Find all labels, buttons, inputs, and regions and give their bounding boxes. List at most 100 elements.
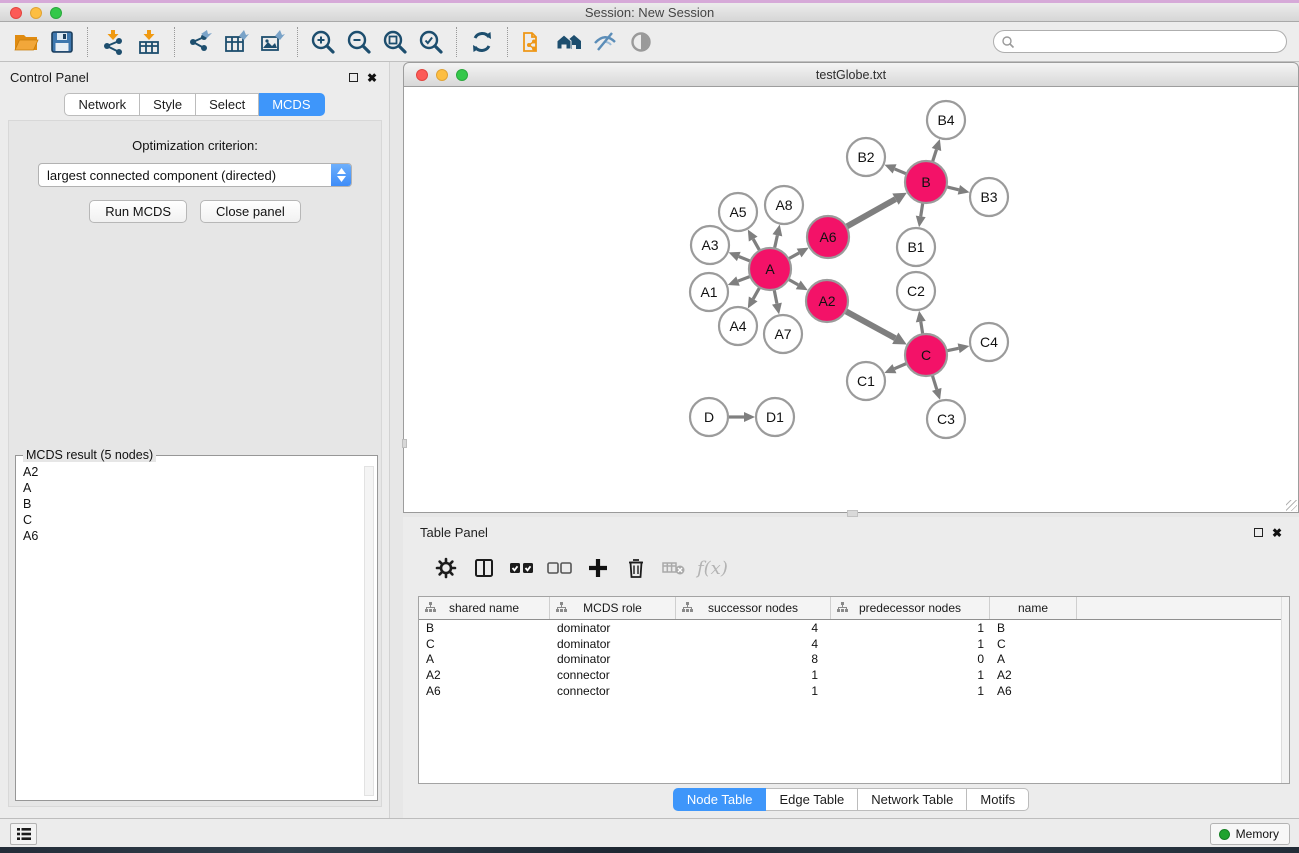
delete-table-icon[interactable] — [655, 552, 693, 584]
zoom-fit-icon[interactable] — [377, 25, 413, 59]
network-minimize-button[interactable] — [436, 69, 448, 81]
result-item[interactable]: A6 — [23, 528, 369, 544]
cell-mcds_role: dominator — [550, 621, 676, 635]
column-header-successor-nodes[interactable]: successor nodes — [676, 597, 831, 619]
run-mcds-button[interactable]: Run MCDS — [89, 200, 187, 223]
optimization-criterion-select[interactable]: largest connected component (directed) — [38, 163, 352, 187]
graph-edge-B-B4[interactable] — [932, 150, 936, 163]
export-table-icon[interactable] — [218, 25, 254, 59]
settings-gear-icon[interactable] — [427, 552, 465, 584]
tab-motifs[interactable]: Motifs — [967, 788, 1029, 811]
search-field[interactable] — [993, 30, 1287, 53]
graph-edge-B-B3[interactable] — [946, 187, 958, 190]
network-canvas[interactable]: B4B2BB3A5A8A6A3B1AA1C2A2A4A7C4CC1DD1C3 — [403, 87, 1299, 513]
graph-edge-A-A8[interactable] — [774, 235, 777, 248]
import-table-icon[interactable] — [131, 25, 167, 59]
tab-mcds[interactable]: MCDS — [259, 93, 324, 116]
zoom-window-button[interactable] — [50, 7, 62, 19]
column-header-predecessor-nodes[interactable]: predecessor nodes — [831, 597, 990, 619]
delete-column-icon[interactable] — [617, 552, 655, 584]
task-history-button[interactable] — [10, 823, 37, 845]
graph-edge-C-C3[interactable] — [932, 375, 936, 389]
table-scrollbar[interactable] — [1281, 597, 1289, 783]
tab-network[interactable]: Network — [64, 93, 140, 116]
network-close-button[interactable] — [416, 69, 428, 81]
import-network-icon[interactable] — [95, 25, 131, 59]
column-header-shared-name[interactable]: shared name — [419, 597, 550, 619]
graph-edge-A-A7[interactable] — [774, 290, 777, 304]
result-item[interactable]: A — [23, 480, 369, 496]
canvas-left-handle[interactable] — [402, 439, 407, 448]
memory-button[interactable]: Memory — [1210, 823, 1290, 845]
graph-edge-A-A2[interactable] — [788, 279, 798, 285]
graph-node-label: C — [921, 347, 931, 363]
tab-select[interactable]: Select — [196, 93, 259, 116]
graph-edge-A2-C[interactable] — [845, 311, 895, 338]
close-table-panel-icon[interactable]: ✖ — [1272, 528, 1282, 538]
table-panel: Table Panel ✖ f(x) shared nameMCDS rol — [403, 517, 1299, 818]
window-resize-handle[interactable] — [1286, 500, 1297, 511]
divider-grip[interactable] — [847, 510, 858, 517]
graph-edge-arrowhead — [958, 343, 970, 353]
tab-edge-table[interactable]: Edge Table — [766, 788, 858, 811]
graph-edge-A-A3[interactable] — [739, 257, 751, 262]
column-header-name[interactable]: name — [990, 597, 1077, 619]
tab-node-table[interactable]: Node Table — [673, 788, 767, 811]
deselect-all-checkboxes-icon[interactable] — [541, 552, 579, 584]
graph-edge-A-A5[interactable] — [753, 239, 760, 251]
graph-edge-A-A6[interactable] — [788, 253, 799, 259]
save-session-icon[interactable] — [44, 25, 80, 59]
export-network-icon[interactable] — [182, 25, 218, 59]
search-input[interactable] — [1015, 33, 1286, 51]
table-row[interactable]: Bdominator41B — [419, 620, 1289, 636]
result-item[interactable]: A2 — [23, 464, 369, 480]
refresh-icon[interactable] — [464, 25, 500, 59]
table-row[interactable]: A6connector11A6 — [419, 683, 1289, 699]
column-header-MCDS-role[interactable]: MCDS role — [550, 597, 676, 619]
result-item[interactable]: C — [23, 512, 369, 528]
network-window-titlebar[interactable]: testGlobe.txt — [403, 62, 1299, 87]
network-zoom-button[interactable] — [456, 69, 468, 81]
cell-shared_name: C — [419, 637, 550, 651]
graph-edge-A-A4[interactable] — [753, 287, 760, 299]
graph-edge-C-C1[interactable] — [894, 363, 906, 368]
graph-edge-A6-B[interactable] — [846, 199, 895, 227]
select-all-checkboxes-icon[interactable] — [503, 552, 541, 584]
mcds-tab-content: Optimization criterion: largest connecte… — [8, 120, 382, 807]
function-builder-icon[interactable]: f(x) — [697, 558, 728, 579]
tab-network-table[interactable]: Network Table — [858, 788, 967, 811]
toolbar-separator — [456, 27, 457, 57]
tab-style[interactable]: Style — [140, 93, 196, 116]
graph-edge-A-A1[interactable] — [738, 276, 750, 281]
close-panel-icon[interactable]: ✖ — [367, 73, 377, 83]
window-controls — [10, 7, 62, 19]
zoom-in-icon[interactable] — [305, 25, 341, 59]
close-window-button[interactable] — [10, 7, 22, 19]
open-session-icon[interactable] — [515, 25, 551, 59]
graph-edge-B-B1[interactable] — [921, 203, 923, 217]
graph-edge-B-B2[interactable] — [895, 169, 907, 174]
home-layout-icon[interactable] — [551, 25, 587, 59]
result-scrollbar[interactable] — [364, 466, 374, 796]
float-panel-icon[interactable] — [349, 73, 358, 82]
show-column-icon[interactable] — [465, 552, 503, 584]
graph-edge-C-C2[interactable] — [921, 322, 923, 335]
minimize-window-button[interactable] — [30, 7, 42, 19]
graph-edge-C-C4[interactable] — [947, 348, 959, 350]
result-item[interactable]: B — [23, 496, 369, 512]
table-row[interactable]: Cdominator41C — [419, 636, 1289, 652]
export-image-icon[interactable] — [254, 25, 290, 59]
table-row[interactable]: Adominator80A — [419, 652, 1289, 668]
add-column-icon[interactable] — [579, 552, 617, 584]
cell-successor: 8 — [676, 652, 831, 666]
zoom-selected-icon[interactable] — [413, 25, 449, 59]
zoom-out-icon[interactable] — [341, 25, 377, 59]
hide-selected-icon[interactable] — [587, 25, 623, 59]
float-table-panel-icon[interactable] — [1254, 528, 1263, 537]
open-file-icon[interactable] — [8, 25, 44, 59]
graph-node-label: B4 — [937, 112, 954, 128]
show-hidden-icon[interactable] — [623, 25, 659, 59]
graph-node-label: B2 — [857, 149, 874, 165]
table-row[interactable]: A2connector11A2 — [419, 667, 1289, 683]
close-panel-button[interactable]: Close panel — [200, 200, 301, 223]
